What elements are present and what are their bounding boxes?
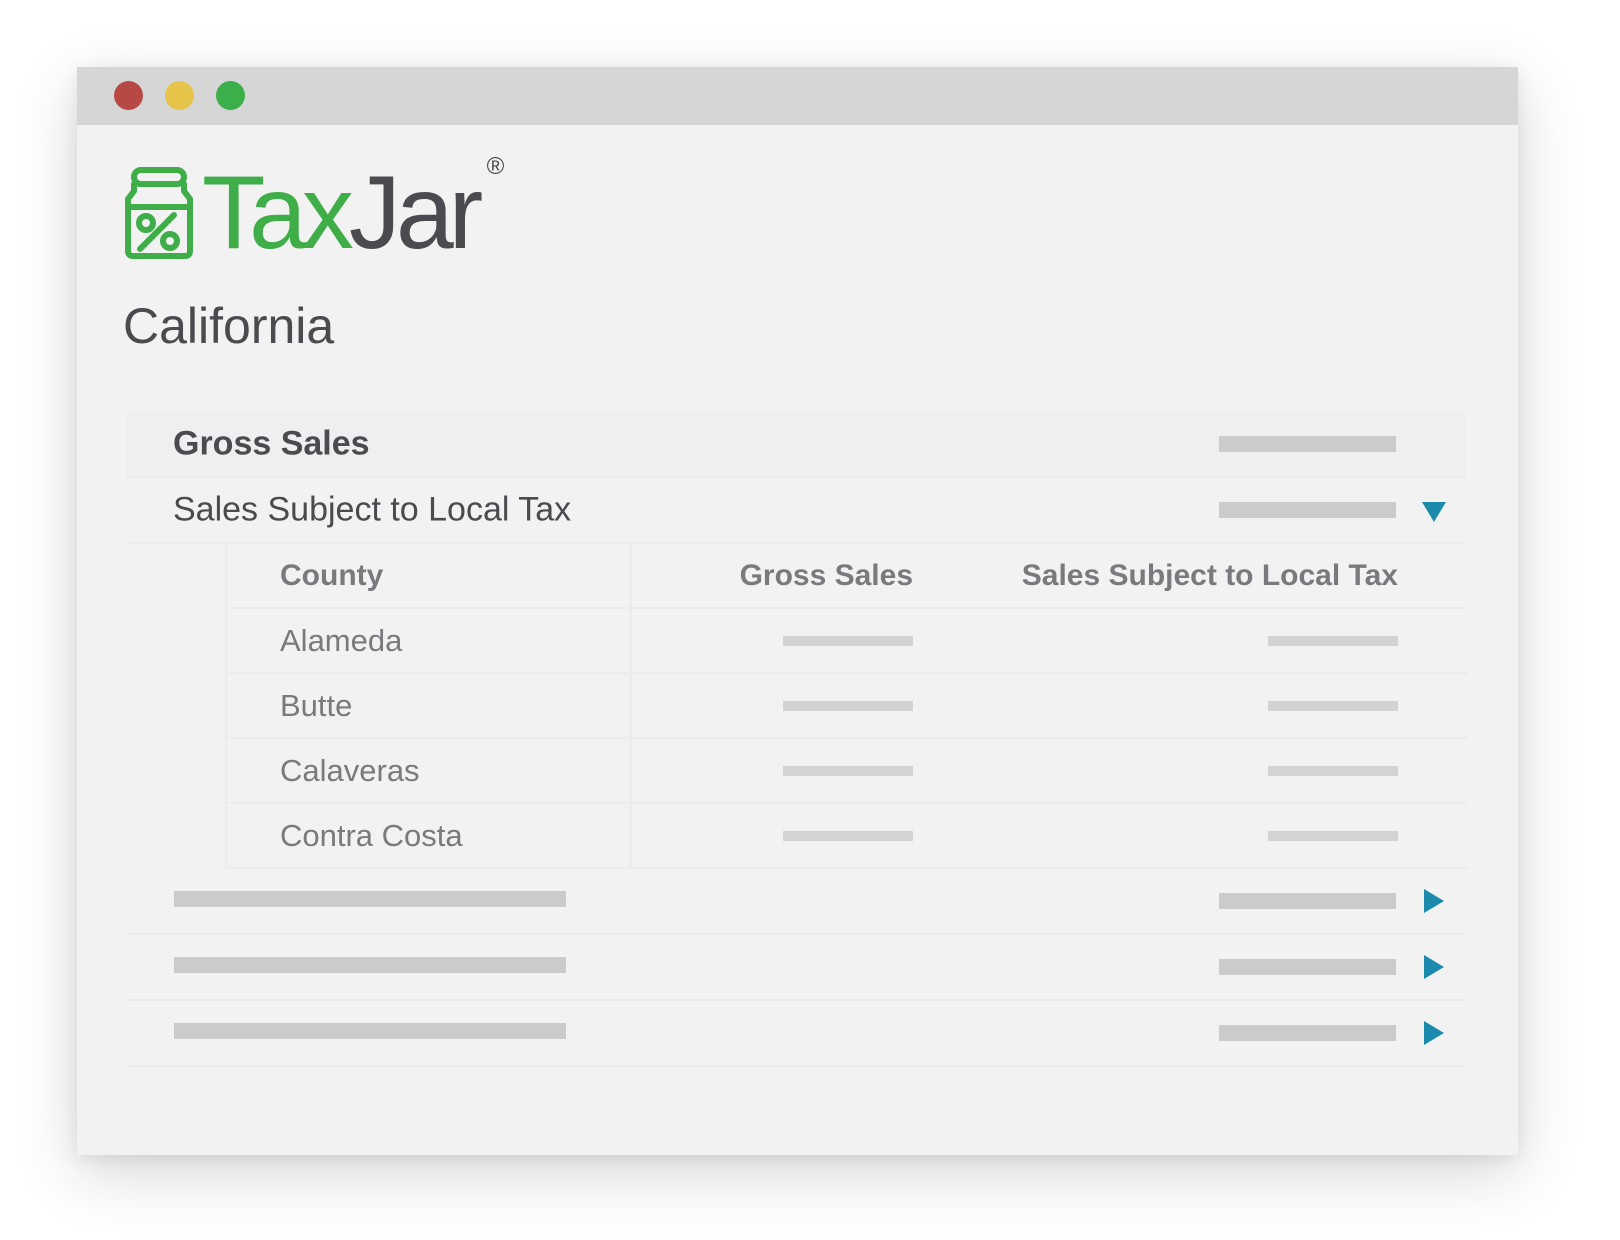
brand-name-jar: Jar — [348, 155, 484, 271]
gross-sales-label: Gross Sales — [173, 424, 370, 463]
close-window-button[interactable] — [114, 81, 143, 110]
local-tax-label: Sales Subject to Local Tax — [173, 490, 572, 529]
gross-sales-placeholder — [783, 831, 913, 841]
column-divider — [629, 739, 632, 802]
taxjar-logo: TaxJar ® — [124, 155, 504, 265]
county-name: Calaveras — [280, 752, 420, 788]
column-divider — [629, 544, 632, 607]
row-value-placeholder — [1219, 893, 1396, 909]
county-name: Alameda — [280, 622, 403, 658]
gross-sales-placeholder — [783, 766, 913, 776]
gross-sales-value-placeholder — [1219, 436, 1396, 452]
county-table-header: County Gross Sales Sales Subject to Loca… — [227, 544, 1468, 609]
table-row: Butte — [227, 674, 1468, 739]
maximize-window-button[interactable] — [216, 81, 245, 110]
caret-down-icon — [1422, 502, 1446, 522]
title-bar — [77, 67, 1518, 125]
table-row: Calaveras — [227, 739, 1468, 804]
row-label-placeholder — [174, 1023, 566, 1039]
brand-wordmark: TaxJar ® — [202, 155, 504, 266]
collapsed-row[interactable] — [126, 869, 1466, 935]
browser-window: TaxJar ® California Gross Sales Sales Su… — [77, 67, 1518, 1155]
registered-mark: ® — [486, 153, 505, 180]
local-tax-placeholder — [1268, 766, 1398, 776]
jar-percent-icon — [125, 167, 193, 259]
row-label-placeholder — [174, 957, 566, 973]
local-tax-value-placeholder — [1219, 502, 1396, 518]
row-label-placeholder — [174, 891, 566, 907]
gross-sales-row: Gross Sales — [126, 412, 1466, 478]
expand-toggle-button[interactable] — [1422, 1021, 1446, 1045]
caret-right-icon — [1424, 1021, 1444, 1045]
county-name: Contra Costa — [280, 817, 463, 853]
gross-sales-placeholder — [783, 636, 913, 646]
gross-sales-placeholder — [783, 701, 913, 711]
caret-right-icon — [1424, 955, 1444, 979]
sales-table: Gross Sales Sales Subject to Local Tax C… — [126, 412, 1468, 1067]
column-divider — [629, 674, 632, 737]
local-tax-placeholder — [1268, 636, 1398, 646]
local-tax-placeholder — [1268, 831, 1398, 841]
table-row: Contra Costa — [227, 804, 1468, 869]
row-value-placeholder — [1219, 1025, 1396, 1041]
collapse-toggle-button[interactable] — [1422, 498, 1446, 522]
expand-toggle-button[interactable] — [1422, 955, 1446, 979]
caret-right-icon — [1424, 889, 1444, 913]
brand-name-tax: Tax — [202, 155, 354, 271]
row-value-placeholder — [1219, 959, 1396, 975]
minimize-window-button[interactable] — [165, 81, 194, 110]
column-divider — [629, 609, 632, 672]
county-column-header: County — [280, 558, 384, 592]
collapsed-row[interactable] — [126, 1001, 1466, 1067]
gross-sales-column-header: Gross Sales — [739, 558, 913, 592]
table-row: Alameda — [227, 609, 1468, 674]
expand-toggle-button[interactable] — [1422, 889, 1446, 913]
county-name: Butte — [280, 687, 353, 723]
collapsed-row[interactable] — [126, 935, 1466, 1001]
column-divider — [629, 804, 632, 867]
page-title: California — [123, 298, 335, 354]
local-tax-column-header: Sales Subject to Local Tax — [1021, 558, 1398, 592]
local-tax-placeholder — [1268, 701, 1398, 711]
local-tax-row[interactable]: Sales Subject to Local Tax — [126, 478, 1466, 544]
county-breakdown-table: County Gross Sales Sales Subject to Loca… — [225, 544, 1468, 869]
